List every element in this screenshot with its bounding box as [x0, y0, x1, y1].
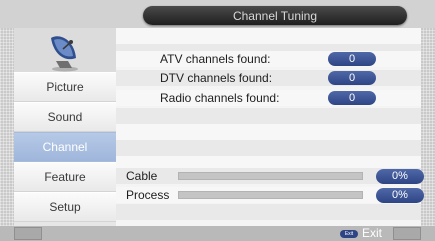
- sidebar-item-sound[interactable]: Sound: [14, 102, 116, 132]
- sidebar-item-setup[interactable]: Setup: [14, 192, 116, 222]
- sidebar: Picture Sound Channel Feature Setup: [14, 28, 116, 226]
- page-title: Channel Tuning: [232, 8, 318, 23]
- radio-channels-label: Radio channels found:: [160, 91, 280, 105]
- atv-channels-count: 0: [328, 52, 376, 66]
- exit-key-icon[interactable]: Exit: [340, 230, 358, 238]
- footer-corner-right: [393, 227, 421, 240]
- tuning-panel: ATV channels found: 0 DTV channels found…: [116, 28, 424, 226]
- panel-row: [116, 124, 421, 140]
- title-bar: Channel Tuning: [0, 0, 435, 28]
- cable-row: Cable 0%: [116, 168, 424, 184]
- atv-row: ATV channels found: 0: [116, 51, 421, 67]
- process-percent: 0%: [376, 188, 424, 203]
- dtv-channels-count: 0: [328, 71, 376, 85]
- footer-bar: Exit Exit: [0, 226, 435, 241]
- cable-progress-track: [178, 172, 363, 180]
- process-progress-track: [178, 191, 363, 199]
- cable-label: Cable: [126, 169, 158, 183]
- dtv-row: DTV channels found: 0: [116, 70, 421, 86]
- exit-label[interactable]: Exit: [362, 226, 382, 241]
- panel-row: [116, 140, 421, 156]
- panel-row: [116, 108, 421, 124]
- panel-row: [116, 204, 421, 220]
- sidebar-logo: [14, 28, 116, 72]
- process-label: Process: [126, 188, 170, 202]
- panel-row: [116, 28, 421, 44]
- sidebar-item-feature[interactable]: Feature: [14, 162, 116, 192]
- radio-row: Radio channels found: 0: [116, 90, 421, 106]
- sidebar-item-channel[interactable]: Channel: [14, 132, 116, 162]
- process-row: Process 0%: [116, 187, 424, 203]
- cable-percent: 0%: [376, 169, 424, 184]
- radio-channels-count: 0: [328, 91, 376, 105]
- atv-channels-label: ATV channels found:: [160, 52, 271, 66]
- dtv-channels-label: DTV channels found:: [160, 71, 273, 85]
- satellite-dish-icon: [51, 36, 78, 72]
- footer-corner-left: [14, 227, 42, 240]
- sidebar-item-picture[interactable]: Picture: [14, 72, 116, 102]
- title-pill: Channel Tuning: [143, 6, 407, 25]
